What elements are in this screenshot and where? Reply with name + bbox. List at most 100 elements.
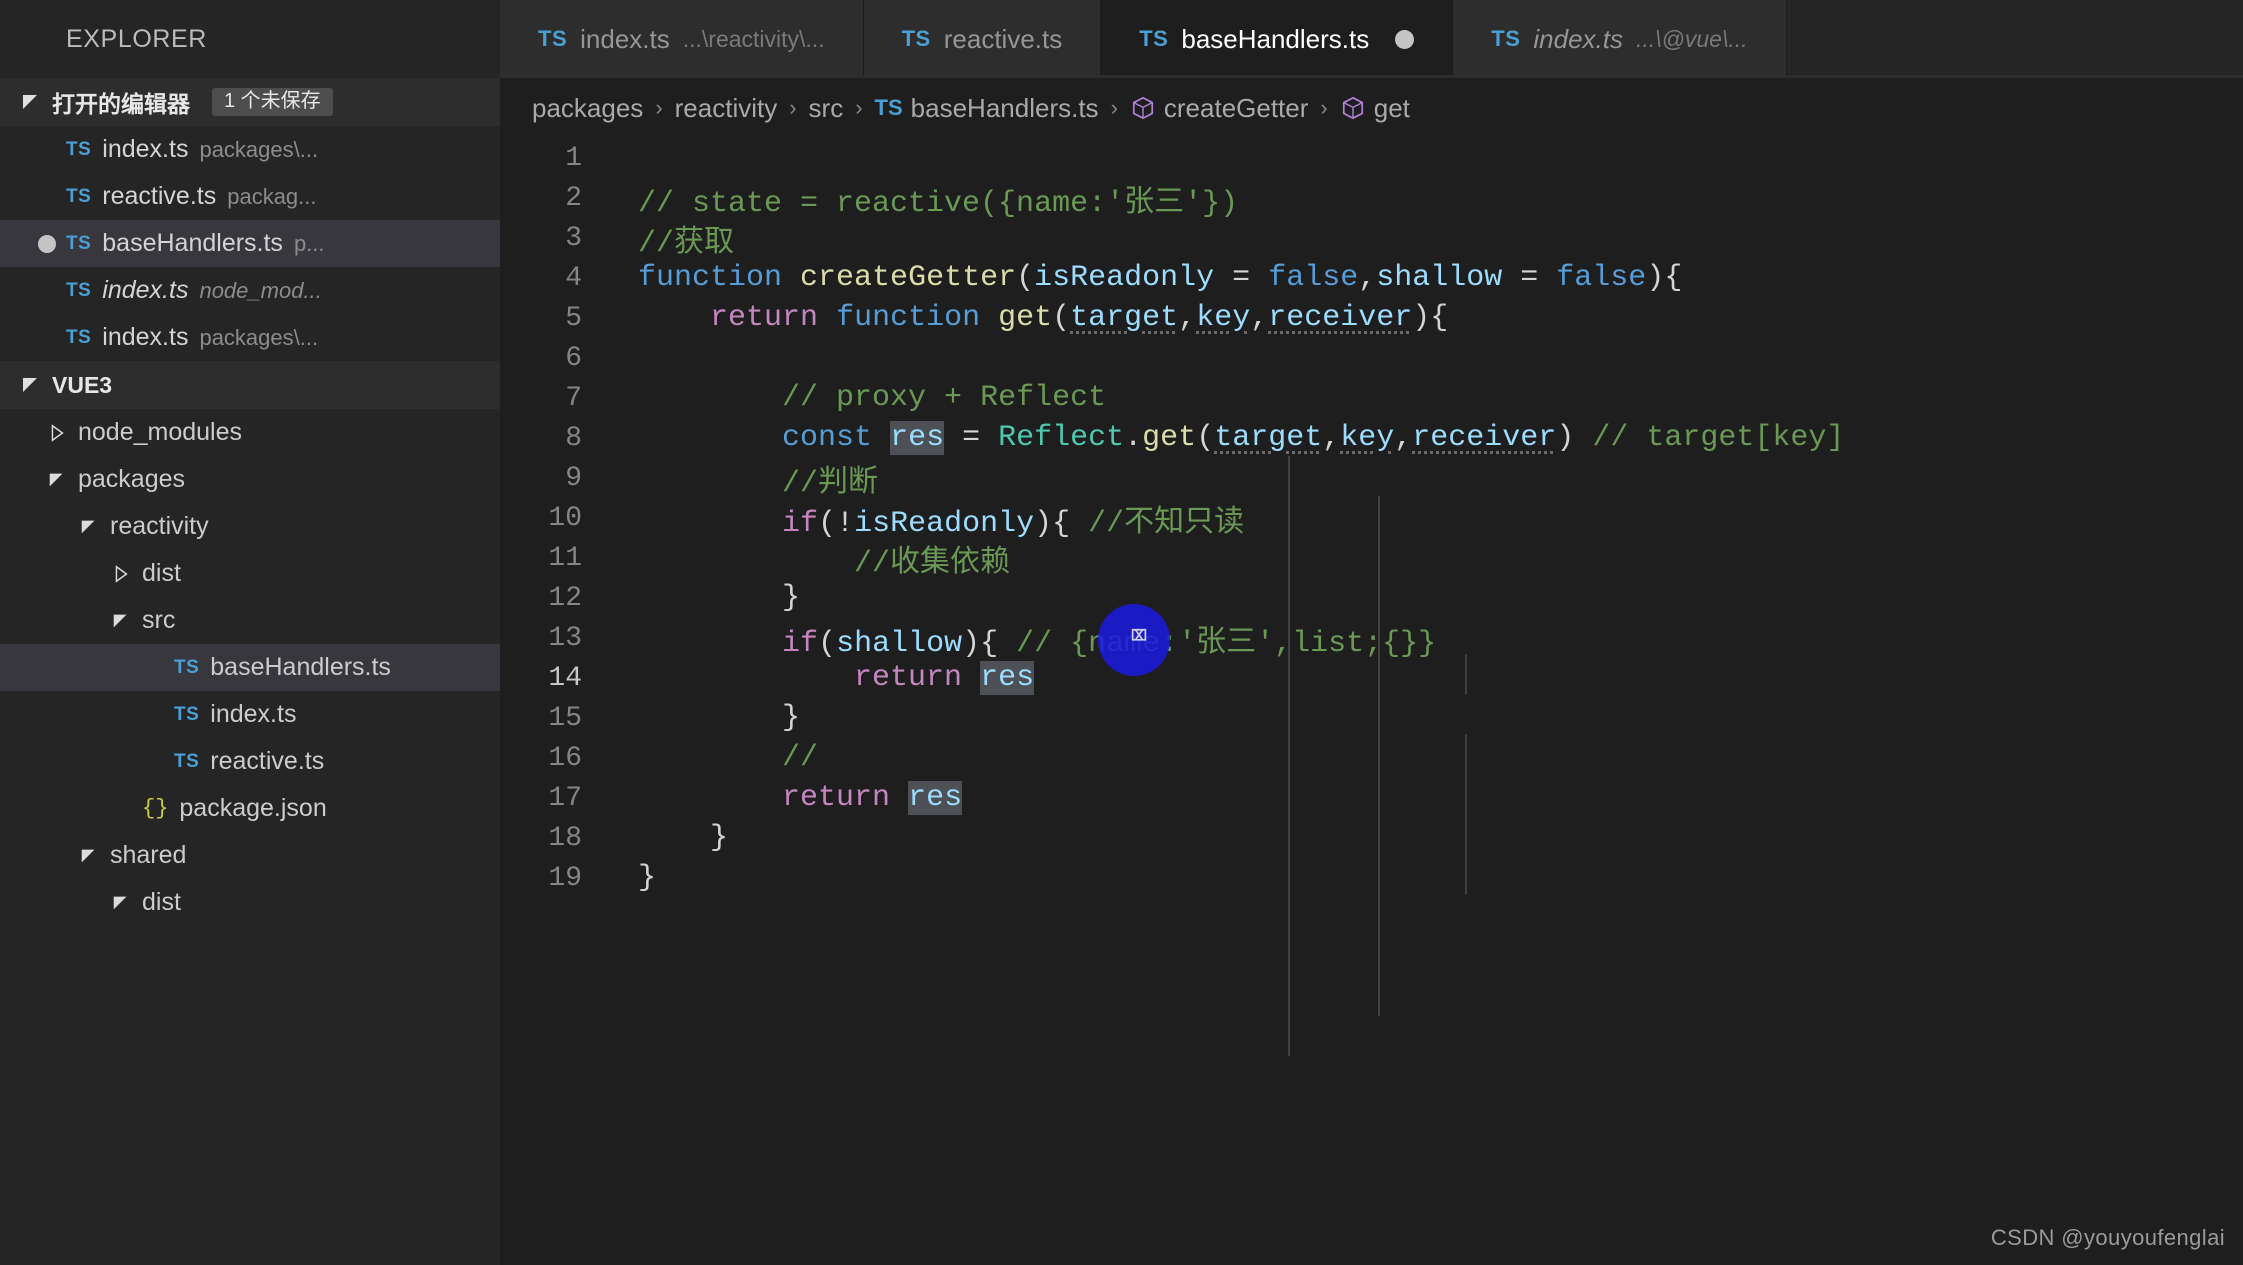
open-editor-item[interactable]: TS baseHandlers.ts p... — [0, 220, 500, 267]
editor-tab[interactable]: TS reactive.ts — [863, 0, 1102, 78]
code-text: return res — [782, 781, 963, 815]
editor-tab[interactable]: TS index.ts ...\reactivity\... — [500, 0, 864, 78]
file-tree-item[interactable]: TS index.ts — [0, 691, 500, 738]
breadcrumb-label: get — [1373, 92, 1410, 123]
breadcrumb-label: packages — [532, 92, 644, 123]
line-number: 15 — [548, 702, 582, 734]
code-line[interactable]: 16 // — [500, 738, 2243, 778]
text-cursor-icon: ⌧ — [1130, 621, 1149, 655]
code-line[interactable]: 11 //收集依赖 — [500, 538, 2243, 581]
breadcrumb-separator-icon: › — [655, 95, 663, 120]
code-line[interactable]: 12 } — [500, 578, 2243, 618]
file-tree-item[interactable]: src — [0, 597, 500, 644]
watermark: CSDN @youyoufenglai — [1990, 1225, 2225, 1250]
breadcrumb-label: baseHandlers.ts — [910, 92, 1099, 123]
tab-filename: index.ts — [580, 23, 670, 54]
file-tree-item[interactable]: dist — [0, 879, 500, 926]
code-text: } — [782, 581, 801, 615]
code-text: if(shallow){ // {name:'张三',list;{}} — [782, 626, 1437, 661]
code-line[interactable]: 7 // proxy + Reflect — [500, 378, 2243, 418]
line-number: 1 — [565, 142, 582, 174]
chevron-right-icon — [44, 420, 70, 446]
code-line[interactable]: 8 const res = Reflect.get(target,key,rec… — [500, 418, 2243, 458]
ts-file-icon: TS — [174, 750, 200, 772]
breadcrumb-item[interactable]: packages — [532, 93, 643, 124]
code-text: // — [782, 741, 819, 775]
file-tree-label: node_modules — [78, 418, 243, 446]
line-number: 7 — [565, 382, 582, 414]
file-tree-label: package.json — [179, 794, 327, 822]
ts-file-icon: TS — [66, 232, 92, 254]
ts-file-icon: TS — [66, 279, 92, 301]
tab-path: ...\@vue\... — [1635, 25, 1748, 52]
unsaved-dot-icon[interactable] — [1395, 29, 1415, 49]
chevron-down-icon — [76, 843, 102, 869]
symbol-function-icon — [1130, 95, 1156, 121]
file-tree-item[interactable]: TS baseHandlers.ts — [0, 644, 500, 691]
breadcrumb-item[interactable]: TS baseHandlers.ts — [875, 93, 1099, 124]
code-line[interactable]: 15 } — [500, 698, 2243, 738]
file-tree-item[interactable]: {} package.json — [0, 785, 500, 832]
workspace-label: VUE3 — [52, 371, 113, 398]
open-editor-filename: index.ts — [102, 135, 189, 163]
open-editor-filename: index.ts — [102, 276, 189, 304]
code-line[interactable]: 10 if(!isReadonly){ //不知只读 — [500, 498, 2243, 541]
code-line[interactable]: 2 // state = reactive({name:'张三'}) — [500, 178, 2243, 221]
code-line[interactable]: 3 //获取 — [500, 218, 2243, 261]
breadcrumb-item[interactable]: reactivity — [675, 93, 778, 124]
code-line[interactable]: 17 return res — [500, 778, 2243, 818]
file-tree-label: index.ts — [210, 700, 297, 728]
unsaved-count-badge: 1 个未保存 — [212, 88, 333, 116]
code-line[interactable]: 13 if(shallow){ // {name:'张三',list;{}} — [500, 618, 2243, 661]
editor-area: TS index.ts ...\reactivity\... TS reactive.t… — [500, 0, 2243, 1265]
code-text: return function get(target,key,receiver)… — [710, 301, 1449, 335]
section-header-open-editors[interactable]: 打开的编辑器 1 个未保存 — [0, 78, 500, 126]
code-text: // proxy + Reflect — [782, 381, 1107, 415]
ts-file-icon: TS — [874, 95, 903, 120]
code-line[interactable]: 9 //判断 — [500, 458, 2243, 501]
breadcrumb-item[interactable]: get — [1340, 93, 1410, 124]
file-tree-item[interactable]: node_modules — [0, 409, 500, 456]
unsaved-dot-icon[interactable] — [38, 234, 56, 253]
file-tree-label: src — [142, 606, 176, 634]
open-editor-item[interactable]: TS reactive.ts packag... — [0, 173, 500, 220]
file-tree-label: reactive.ts — [210, 747, 325, 775]
file-tree-item[interactable]: TS reactive.ts — [0, 738, 500, 785]
code-line[interactable]: 14 return res — [500, 658, 2243, 698]
code-line[interactable]: 19} — [500, 858, 2243, 898]
section-header-workspace[interactable]: VUE3 — [0, 361, 500, 409]
chevron-right-icon — [108, 561, 134, 587]
code-line[interactable]: 6 — [500, 338, 2243, 378]
open-editor-item[interactable]: TS index.ts packages\... — [0, 314, 500, 361]
breadcrumb-item[interactable]: src — [809, 93, 844, 124]
file-tree-item[interactable]: dist — [0, 550, 500, 597]
chevron-down-icon — [108, 890, 134, 916]
breadcrumb-item[interactable]: createGetter — [1130, 93, 1308, 124]
code-lines: 1 2// state = reactive({name:'张三'}) 3//获取 4… — [500, 138, 2243, 898]
tab-filename: reactive.ts — [943, 23, 1063, 54]
code-text: // state = reactive({name:'张三'}) — [638, 186, 1239, 221]
ts-file-icon: TS — [66, 185, 92, 207]
code-line[interactable]: 18 } — [500, 818, 2243, 858]
file-tree-item[interactable]: shared — [0, 832, 500, 879]
line-number: 16 — [548, 742, 582, 774]
open-editor-item[interactable]: TS index.ts packages\... — [0, 126, 500, 173]
breadcrumb-label: reactivity — [674, 92, 778, 123]
editor-tab[interactable]: TS index.ts ...\@vue\... — [1453, 0, 1787, 78]
code-line[interactable]: 5 return function get(target,key,receive… — [500, 298, 2243, 338]
code-line[interactable]: 1 — [500, 138, 2243, 178]
code-editor[interactable]: 1 2// state = reactive({name:'张三'}) 3//获取 4… — [500, 138, 2243, 1265]
editor-tab[interactable]: TS baseHandlers.ts — [1101, 0, 1454, 78]
code-text: return res — [854, 661, 1035, 695]
file-tree-item[interactable]: packages — [0, 456, 500, 503]
file-tree-label: baseHandlers.ts — [210, 653, 391, 681]
open-editor-path: node_mod... — [199, 277, 322, 303]
line-number: 9 — [565, 462, 582, 494]
line-number: 13 — [548, 622, 582, 654]
breadcrumb-separator-icon: › — [789, 95, 797, 120]
file-tree-item[interactable]: reactivity — [0, 503, 500, 550]
open-editor-item[interactable]: TS index.ts node_mod... — [0, 267, 500, 314]
code-line[interactable]: 4 function createGetter(isReadonly = fals… — [500, 258, 2243, 298]
